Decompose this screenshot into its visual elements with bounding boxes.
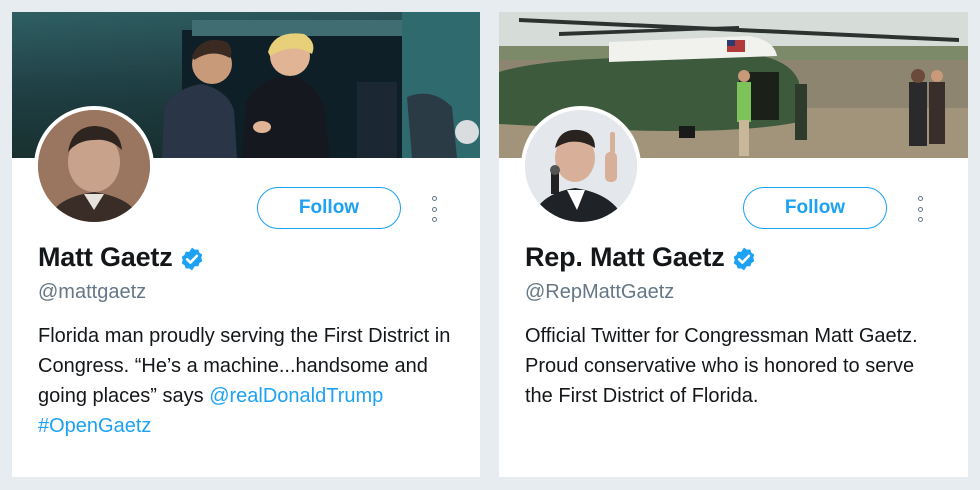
profile-name-row: Matt Gaetz [38,242,205,273]
vertical-ellipsis-icon[interactable] [427,196,441,222]
profile-display-name[interactable]: Rep. Matt Gaetz [525,242,725,273]
profile-card-mattgaetz: Follow Matt Gaetz @mattgaetz Florida man… [12,12,480,477]
vertical-ellipsis-icon[interactable] [913,196,927,222]
follow-button[interactable]: Follow [257,187,401,229]
profile-handle[interactable]: @mattgaetz [38,281,146,304]
bio-hashtag-link[interactable]: #OpenGaetz [38,415,151,437]
profile-card-repmattgaetz: Follow Rep. Matt Gaetz @RepMattGaetz Off… [499,12,968,477]
profile-avatar[interactable] [34,106,154,226]
profile-name-row: Rep. Matt Gaetz [525,242,757,273]
bio-mention-link[interactable]: @realDonaldTrump [209,385,383,407]
profile-avatar[interactable] [521,106,641,226]
bio-text: Official Twitter for Congressman Matt Ga… [525,325,918,407]
profile-handle[interactable]: @RepMattGaetz [525,281,674,304]
profile-display-name[interactable]: Matt Gaetz [38,242,173,273]
verified-badge-icon [733,247,754,270]
follow-button[interactable]: Follow [743,187,887,229]
profile-bio: Florida man proudly serving the First Di… [38,321,458,441]
verified-badge-icon [181,247,202,270]
profile-bio: Official Twitter for Congressman Matt Ga… [525,321,945,411]
